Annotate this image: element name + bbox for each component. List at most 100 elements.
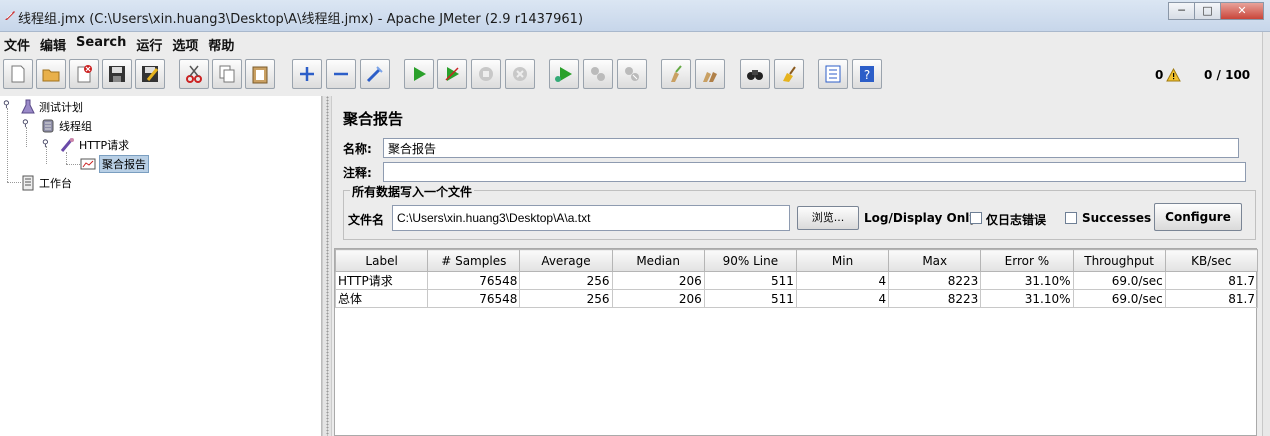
remote-stop-button[interactable] (583, 59, 613, 89)
minimize-button[interactable]: ─ (1168, 2, 1195, 20)
start-button[interactable] (404, 59, 434, 89)
open-button[interactable] (36, 59, 66, 89)
page-title: 聚合报告 (343, 110, 404, 128)
listener-icon (80, 158, 96, 170)
tree-item-http-request[interactable]: HTTP请求 (60, 136, 129, 154)
column-header[interactable]: Max (888, 249, 982, 272)
column-header[interactable]: Label (334, 249, 429, 272)
table-cell: 31.10% (980, 271, 1074, 290)
log-display-label: Log/Display Only: (864, 211, 982, 225)
menu-bar: 文件 编辑 Search 运行 选项 帮助 (0, 32, 1262, 54)
paste-button[interactable] (245, 59, 275, 89)
test-plan-tree: ⚲ ⚲ ⚲ 测试计划 线程组 HTTP请求 聚合报告 工作台 (0, 96, 322, 436)
collapse-all-button[interactable] (326, 59, 356, 89)
toggle-handle[interactable]: ⚲ (22, 120, 30, 129)
table-cell: 206 (611, 271, 705, 290)
save-as-button[interactable] (135, 59, 165, 89)
play-no-pause-icon (445, 67, 459, 81)
remote-shutdown-button[interactable] (617, 59, 647, 89)
shutdown-button[interactable] (505, 59, 535, 89)
column-header[interactable]: 90% Line (703, 249, 797, 272)
reset-search-button[interactable] (774, 59, 804, 89)
table-cell: HTTP请求 (334, 271, 429, 290)
table-cell: 81.7 (1164, 271, 1259, 290)
file-output-group: 所有数据写入一个文件 文件名 浏览... Log/Display Only: 仅… (343, 183, 1256, 240)
start-no-timers-button[interactable] (437, 59, 467, 89)
wand-icon (366, 66, 383, 83)
expand-all-button[interactable] (292, 59, 322, 89)
clear-all-button[interactable] (695, 59, 725, 89)
remote-shutdown-icon (625, 67, 639, 81)
broom-all-icon (703, 72, 717, 82)
maximize-button[interactable]: □ (1194, 2, 1221, 20)
stop-button[interactable] (471, 59, 501, 89)
close-file-icon (77, 65, 92, 83)
table-cell: 256 (519, 289, 613, 308)
sweep-icon (783, 66, 796, 82)
toggle-handle[interactable]: ⚲ (42, 140, 50, 149)
name-row: 名称: (343, 137, 1239, 159)
tree-item-label: 线程组 (59, 120, 92, 133)
column-header[interactable]: Median (611, 249, 705, 272)
cut-button[interactable] (179, 59, 209, 89)
table-cell: 81.7 (1164, 289, 1259, 308)
minus-icon (334, 72, 348, 76)
table-cell: 总体 (334, 289, 429, 308)
save-button[interactable] (102, 59, 132, 89)
table-cell: 76548 (427, 271, 521, 290)
comment-field[interactable] (383, 162, 1246, 182)
open-folder-icon (42, 69, 60, 82)
menu-run[interactable]: 运行 (132, 32, 168, 54)
remote-start-button[interactable] (549, 59, 579, 89)
tree-item-label: 聚合报告 (99, 155, 149, 173)
column-header[interactable]: KB/sec (1164, 249, 1259, 272)
menu-help[interactable]: 帮助 (204, 32, 240, 54)
panel-splitter[interactable] (322, 96, 332, 436)
column-header[interactable]: Throughput (1072, 249, 1166, 272)
copy-button[interactable] (212, 59, 242, 89)
menu-edit[interactable]: 编辑 (36, 32, 72, 54)
results-table[interactable]: Label # Samples Average Median 90% Line … (334, 248, 1259, 436)
column-header[interactable]: Min (795, 249, 890, 272)
table-cell: 8223 (888, 289, 982, 308)
tree-item-workbench[interactable]: 工作台 (20, 174, 72, 192)
successes-checkbox[interactable] (1065, 212, 1077, 224)
close-button[interactable]: ✕ (1220, 2, 1264, 20)
configure-button[interactable]: Configure (1154, 203, 1242, 231)
browse-button[interactable]: 浏览... (797, 206, 859, 230)
menu-options[interactable]: 选项 (168, 32, 204, 54)
search-button[interactable] (740, 59, 770, 89)
new-button[interactable] (3, 59, 33, 89)
tree-item-test-plan[interactable]: 测试计划 (20, 98, 83, 116)
column-header[interactable]: Average (519, 249, 613, 272)
plus-icon (300, 67, 314, 81)
menu-search[interactable]: Search (72, 32, 132, 54)
table-cell: 511 (703, 271, 797, 290)
remote-stop-icon (591, 67, 605, 81)
tree-item-label: HTTP请求 (79, 139, 130, 152)
tree-item-aggregate-report[interactable]: 聚合报告 (80, 155, 149, 173)
tree-item-thread-group[interactable]: 线程组 (40, 117, 92, 135)
filename-field[interactable] (392, 205, 790, 231)
function-helper-button[interactable] (818, 59, 848, 89)
test-plan-icon (21, 99, 35, 114)
table-cell: 8223 (888, 271, 982, 290)
name-field[interactable] (383, 138, 1239, 158)
list-icon (825, 65, 841, 83)
toggle-handle[interactable]: ⚲ (3, 101, 11, 110)
thread-group-icon (42, 119, 54, 133)
window-scrollbar[interactable] (1262, 32, 1270, 436)
column-header[interactable]: # Samples (427, 249, 521, 272)
clear-button[interactable] (661, 59, 691, 89)
menu-file[interactable]: 文件 (0, 32, 36, 54)
errors-only-checkbox[interactable] (970, 212, 982, 224)
warning-icon (1166, 68, 1181, 82)
toggle-button[interactable] (360, 59, 390, 89)
help-button[interactable]: ? (852, 59, 882, 89)
table-row[interactable]: 总体 76548 256 206 511 4 8223 31.10% 69.0/… (334, 289, 1259, 308)
save-as-icon (142, 66, 159, 82)
jmeter-feather-icon (5, 11, 15, 20)
table-row[interactable]: HTTP请求 76548 256 206 511 4 8223 31.10% 6… (334, 271, 1259, 290)
column-header[interactable]: Error % (980, 249, 1074, 272)
close-file-button[interactable] (69, 59, 99, 89)
